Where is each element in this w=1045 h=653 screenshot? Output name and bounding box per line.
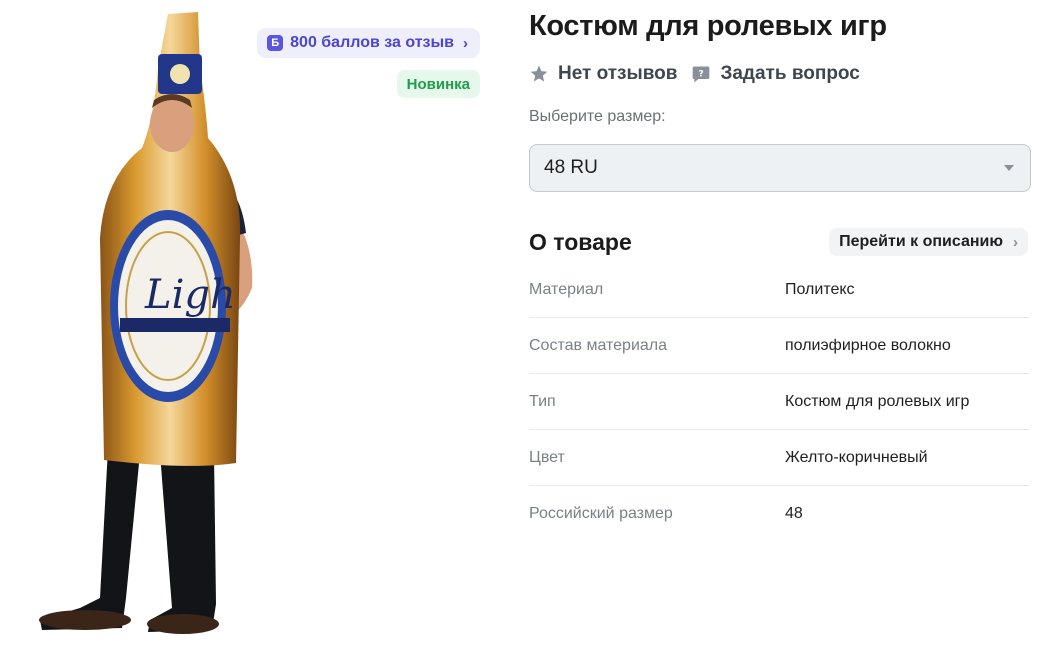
size-selected-value: 48 RU xyxy=(544,157,598,178)
review-bonus-badge[interactable]: Б 800 баллов за отзыв › xyxy=(257,28,480,58)
svg-text:Ligh: Ligh xyxy=(144,272,236,318)
product-title: Костюм для ролевых игр xyxy=(529,10,887,42)
property-row: Материал Политекс xyxy=(529,262,1029,318)
size-label: Выберите размер: xyxy=(529,108,666,125)
star-icon xyxy=(530,65,548,82)
goto-description-button[interactable]: Перейти к описанию › xyxy=(829,228,1028,256)
ask-question-label: Задать вопрос xyxy=(720,63,860,84)
chevron-right-icon: › xyxy=(463,34,468,52)
svg-text:?: ? xyxy=(699,69,704,80)
property-value: Костюм для ролевых игр xyxy=(785,392,970,410)
property-name: Материал xyxy=(529,280,604,298)
bonus-coin-icon: Б xyxy=(267,35,284,51)
property-row: Российский размер 48 xyxy=(529,486,1029,542)
product-meta: Нет отзывов ? Задать вопрос xyxy=(529,63,860,85)
product-photo[interactable]: Ligh xyxy=(30,8,270,638)
chevron-right-icon: › xyxy=(1013,233,1018,251)
goto-description-label: Перейти к описанию xyxy=(839,233,1003,250)
new-badge: Новинка xyxy=(396,70,480,98)
property-name: Тип xyxy=(529,392,556,410)
property-row: Цвет Желто-коричневый xyxy=(529,430,1029,486)
properties-list: Материал Политекс Состав материала полиэ… xyxy=(529,262,1029,542)
size-select[interactable]: 48 RU xyxy=(529,144,1031,192)
about-title: О товаре xyxy=(529,229,632,255)
property-value: полиэфирное волокно xyxy=(785,336,951,354)
property-name: Российский размер xyxy=(529,505,673,522)
property-row: Состав материала полиэфирное волокно xyxy=(529,318,1029,374)
reviews-label: Нет отзывов xyxy=(558,63,678,84)
property-value: 48 xyxy=(785,505,803,522)
chevron-down-icon xyxy=(1004,165,1014,171)
product-media: Ligh Б 800 баллов за отзыв › Новинка xyxy=(0,0,500,653)
badges: Б 800 баллов за отзыв › Новинка xyxy=(257,28,480,98)
property-name: Цвет xyxy=(529,448,565,466)
question-chat-icon: ? xyxy=(693,66,710,83)
reviews-link[interactable]: Нет отзывов xyxy=(529,63,677,85)
property-value: Политекс xyxy=(785,280,855,298)
ask-question-link[interactable]: ? Задать вопрос xyxy=(691,63,860,85)
bonus-label: 800 баллов за отзыв xyxy=(290,34,454,51)
property-value: Желто-коричневый xyxy=(785,448,928,466)
property-row: Тип Костюм для ролевых игр xyxy=(529,374,1029,430)
property-name: Состав материала xyxy=(529,336,668,354)
